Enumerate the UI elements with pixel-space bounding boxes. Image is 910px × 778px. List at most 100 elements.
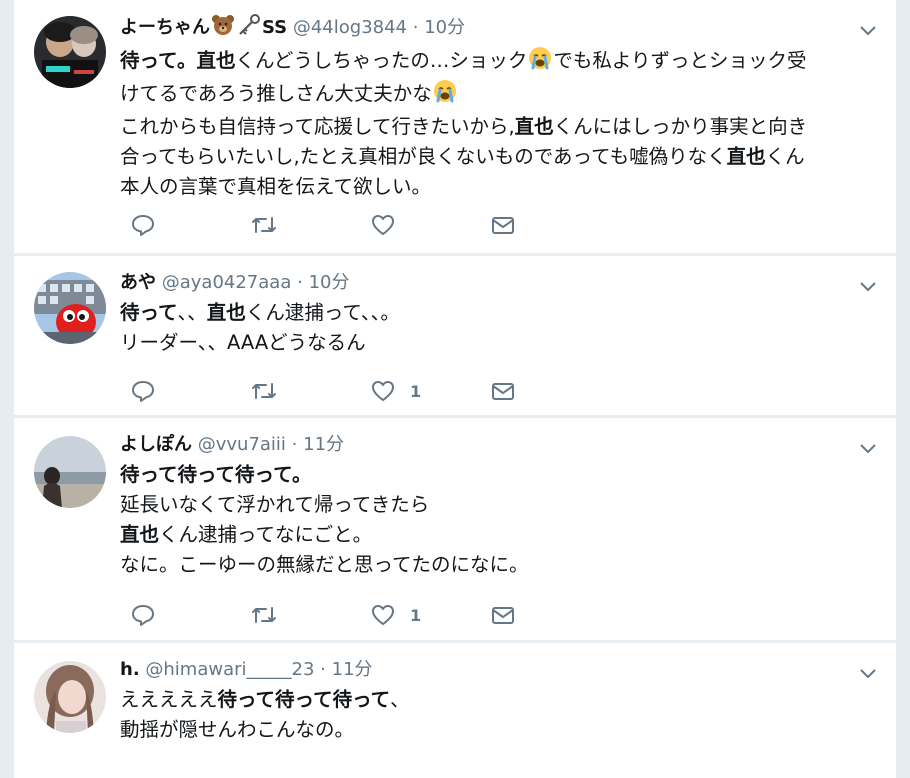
user-handle[interactable]: @aya0427aaa bbox=[162, 272, 292, 293]
crying-face-emoji-icon bbox=[528, 46, 552, 79]
tweet-0[interactable]: よーちゃん SS @44log3844 · 10分 待って。直也くんどうしちゃった… bbox=[14, 0, 896, 254]
key-emoji-icon bbox=[237, 14, 261, 44]
text-run: 合ってもらいたいし,たとえ真相が良くないものであっても嘘偽りなく bbox=[120, 145, 727, 168]
display-name[interactable]: あや bbox=[120, 272, 156, 293]
highlighted-keyword: 直也 bbox=[726, 145, 766, 168]
avatar[interactable] bbox=[34, 661, 106, 733]
text-run: えええええ bbox=[120, 688, 218, 711]
tweet-text-line: これからも自信持って応援して行きたいから,直也くんにはしっかり事実と向き bbox=[120, 112, 876, 142]
retweet-icon bbox=[252, 217, 276, 233]
tweet-header: よしぽん @vvu7aiii · 11分 bbox=[120, 432, 876, 458]
avatar[interactable] bbox=[34, 16, 106, 88]
separator-dot: · bbox=[297, 272, 303, 293]
avatar[interactable] bbox=[34, 436, 106, 508]
highlighted-keyword: 待って bbox=[120, 301, 178, 324]
like-count: 1 bbox=[410, 605, 422, 625]
tweet-text-line: 本人の言葉で真相を伝えて欲しい。 bbox=[120, 172, 876, 202]
retweet-button[interactable] bbox=[250, 210, 278, 240]
tweet-text-line: 合ってもらいたいし,たとえ真相が良くないものであっても嘘偽りなく直也くん bbox=[120, 142, 876, 172]
highlighted-keyword: 待って。 bbox=[120, 49, 197, 72]
direct-message-button[interactable] bbox=[490, 600, 516, 630]
separator-dot: · bbox=[291, 434, 298, 455]
reply-button[interactable] bbox=[130, 210, 156, 240]
reply-icon bbox=[132, 381, 154, 402]
like-button[interactable]: 1 bbox=[370, 376, 421, 406]
highlighted-keyword: 待って待って待って。 bbox=[120, 463, 312, 486]
text-run: リーダー、、AAAどうなるん bbox=[120, 331, 366, 354]
heart-icon bbox=[372, 215, 394, 235]
envelope-icon bbox=[492, 217, 514, 234]
tweet-text: 待って待って待って。 延長いなくて浮かれて帰ってきたら 直也くん逮捕ってなにごと。な… bbox=[120, 460, 876, 580]
crying-face-emoji-icon bbox=[433, 79, 457, 112]
separator-dot: · bbox=[412, 17, 419, 38]
timestamp[interactable]: 11分 bbox=[332, 659, 373, 680]
text-run: でも私よりずっとショック受 bbox=[553, 49, 807, 72]
tweet-text: 待って。直也くんどうしちゃったの…ショック でも私よりずっとショック受けてるであろ… bbox=[120, 46, 876, 202]
user-handle[interactable]: @himawari_____23 bbox=[145, 659, 314, 680]
tweet-text-line: 待って待って待って。 bbox=[120, 460, 876, 490]
tweet-2[interactable]: よしぽん @vvu7aiii · 11分 待って待って待って。延長いなくて浮かれ… bbox=[14, 418, 896, 641]
avatar[interactable] bbox=[34, 272, 106, 344]
tweet-body: h. @himawari_____23 · 11分 えええええ待って待って待って… bbox=[120, 657, 876, 745]
text-run: 延長いなくて浮かれて帰ってきたら bbox=[120, 493, 430, 516]
tweet-body: あや @aya0427aaa · 10分 待って、、直也くん逮捕って、、。リーダ… bbox=[120, 270, 876, 358]
text-run: くん bbox=[765, 145, 805, 168]
reply-button[interactable] bbox=[130, 376, 156, 406]
highlighted-keyword: 直也 bbox=[206, 301, 246, 324]
tweet-text-line: 動揺が隠せんわこんなの。 bbox=[120, 715, 876, 745]
text-run: けてるであろう推しさん大丈夫かな bbox=[120, 82, 432, 105]
retweet-icon bbox=[252, 383, 276, 399]
display-name[interactable]: h. bbox=[120, 659, 140, 680]
heart-icon bbox=[372, 605, 394, 625]
direct-message-button[interactable] bbox=[490, 210, 516, 240]
tweet-text-line: リーダー、、AAAどうなるん bbox=[120, 328, 876, 358]
display-name[interactable]: よーちゃん SS bbox=[120, 14, 287, 38]
like-button[interactable] bbox=[370, 210, 410, 240]
tweet-text: えええええ待って待って待って、動揺が隠せんわこんなの。 bbox=[120, 685, 876, 745]
tweet-text-line: 待って、、直也くん逮捕って、、。 bbox=[120, 298, 876, 328]
envelope-icon bbox=[492, 607, 514, 624]
tweet-3[interactable]: h. @himawari_____23 · 11分 えええええ待って待って待って… bbox=[14, 643, 896, 778]
tweet-text-line: 待って。直也くんどうしちゃったの…ショック でも私よりずっとショック受 bbox=[120, 46, 876, 79]
text-run: 本人の言葉で真相を伝えて欲しい。 bbox=[120, 175, 432, 198]
text-run: なに。こーゆーの無縁だと思ってたのになに。 bbox=[120, 553, 529, 576]
text-run: これからも自信持って応援して行きたいから, bbox=[120, 115, 515, 138]
highlighted-keyword: 直也 bbox=[196, 49, 236, 72]
like-count: 1 bbox=[410, 381, 422, 401]
chevron-down-icon[interactable] bbox=[858, 276, 878, 296]
separator-dot: · bbox=[320, 659, 326, 680]
tweet-text-line: えええええ待って待って待って、 bbox=[120, 685, 876, 715]
timeline: よーちゃん SS @44log3844 · 10分 待って。直也くんどうしちゃった… bbox=[14, 0, 896, 778]
bear-emoji-icon bbox=[211, 14, 235, 44]
reply-button[interactable] bbox=[130, 600, 156, 630]
tweet-text-line: けてるであろう推しさん大丈夫かな bbox=[120, 79, 876, 112]
user-handle[interactable]: @vvu7aiii bbox=[198, 434, 286, 455]
direct-message-button[interactable] bbox=[490, 376, 516, 406]
tweet-header: よーちゃん SS @44log3844 · 10分 bbox=[120, 14, 876, 44]
tweet-body: よーちゃん SS @44log3844 · 10分 待って。直也くんどうしちゃった… bbox=[120, 14, 876, 202]
envelope-icon bbox=[492, 383, 514, 400]
heart-icon bbox=[372, 381, 394, 401]
timestamp[interactable]: 10分 bbox=[309, 272, 350, 293]
timestamp[interactable]: 10分 bbox=[424, 17, 465, 38]
retweet-button[interactable] bbox=[250, 600, 278, 630]
chevron-down-icon[interactable] bbox=[858, 663, 878, 683]
tweet-1[interactable]: あや @aya0427aaa · 10分 待って、、直也くん逮捕って、、。リーダ… bbox=[14, 256, 896, 416]
chevron-down-icon[interactable] bbox=[858, 438, 878, 458]
tweet-text-line: 延長いなくて浮かれて帰ってきたら bbox=[120, 490, 876, 520]
text-run: くんにはしっかり事実と向き bbox=[553, 115, 808, 138]
text-run: くん逮捕ってなにごと。 bbox=[159, 523, 373, 546]
retweet-icon bbox=[252, 607, 276, 623]
text-run: くん逮捕って、、。 bbox=[245, 301, 400, 324]
retweet-button[interactable] bbox=[250, 376, 278, 406]
like-button[interactable]: 1 bbox=[370, 600, 421, 630]
timestamp[interactable]: 11分 bbox=[303, 434, 344, 455]
tweet-text: 待って、、直也くん逮捕って、、。リーダー、、AAAどうなるん bbox=[120, 298, 876, 358]
tweet-header: h. @himawari_____23 · 11分 bbox=[120, 657, 876, 683]
chevron-down-icon[interactable] bbox=[858, 20, 878, 40]
tweet-body: よしぽん @vvu7aiii · 11分 待って待って待って。延長いなくて浮かれ… bbox=[120, 432, 876, 580]
display-name[interactable]: よしぽん bbox=[120, 434, 192, 455]
user-handle[interactable]: @44log3844 bbox=[293, 17, 407, 38]
text-run: 、、 bbox=[177, 301, 207, 324]
text-run: 動揺が隠せんわこんなの。 bbox=[120, 718, 355, 741]
